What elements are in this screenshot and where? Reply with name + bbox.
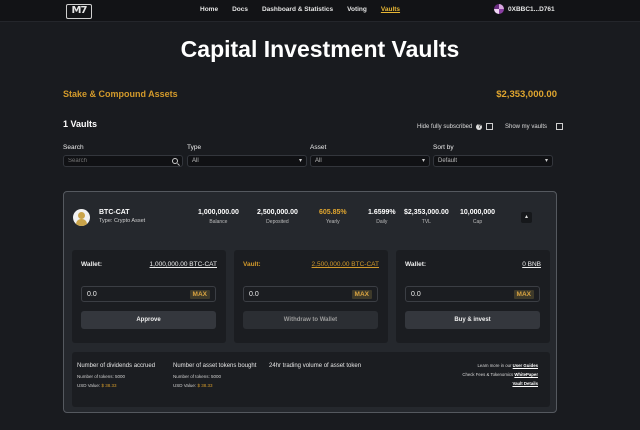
main-nav: Home Docs Dashboard & Statistics Voting … — [200, 6, 414, 13]
type-label: Type — [187, 144, 202, 151]
page-title: Capital Investment Vaults — [180, 36, 460, 62]
stat-label: Yearly — [325, 219, 340, 225]
token-avatar-icon — [73, 209, 90, 226]
hide-fully-subscribed-toggle[interactable]: Hide fully subscribed ? — [417, 123, 494, 130]
amount-input[interactable]: 0.0 MAX — [81, 286, 216, 302]
wallet-approve-panel: Wallet: 1,000,000.00 BTC-CAT 0.0 MAX App… — [72, 250, 226, 343]
max-button[interactable]: MAX — [513, 290, 534, 299]
stat-value: 1.6599% — [368, 209, 396, 216]
stat-deposited: 2,500,000.00 Deposited — [257, 209, 298, 225]
stat-value: 2,500,000.00 — [257, 209, 298, 216]
asset-select-value: All — [315, 158, 322, 164]
bought-tokens: Number of tokens: 5000 — [173, 374, 222, 379]
wallet-avatar-icon — [494, 4, 504, 14]
dividends-info: Number of dividends accrued Number of to… — [77, 363, 155, 388]
search-field[interactable] — [63, 155, 183, 167]
amount-input-value: 0.0 — [411, 291, 421, 298]
token-type: Type: Crypto Asset — [99, 218, 146, 224]
dividends-title: Number of dividends accrued — [77, 363, 156, 369]
approve-button[interactable]: Approve — [81, 311, 216, 329]
withdraw-to-wallet-button[interactable]: Withdraw to Wallet — [243, 311, 378, 329]
collapse-chevron-up-icon[interactable]: ▴ — [521, 212, 532, 223]
whitepaper-link[interactable]: WhitePaper — [514, 372, 538, 377]
panel-label: Vault: — [243, 261, 261, 268]
amount-input-value: 0.0 — [249, 291, 259, 298]
amount-input[interactable]: 0.0 MAX — [405, 286, 540, 302]
token-name: BTC-CAT — [99, 209, 130, 216]
sort-select[interactable]: Default ▾ — [433, 155, 553, 167]
vault-withdraw-panel: Vault: 2,500,000.00 BTC-CAT 0.0 MAX With… — [234, 250, 388, 343]
total-value: $2,353,000.00 — [496, 89, 557, 100]
stat-tvl: $2,353,000.00 TVL — [404, 209, 449, 225]
stat-value: 10,000,000 — [460, 209, 496, 216]
stat-value: 605.85% — [319, 209, 347, 216]
stat-balance: 1,000,000.00 Balance — [198, 209, 239, 225]
stat-value: $2,353,000.00 — [404, 209, 449, 216]
panel-balance: 0 BNB — [522, 261, 541, 268]
stat-value: 1,000,000.00 — [198, 209, 239, 216]
max-button[interactable]: MAX — [189, 290, 210, 299]
vault-header[interactable]: BTC-CAT Type: Crypto Asset 1,000,000.00 … — [64, 192, 556, 248]
bought-usd: USD Value: $ 38.33 — [173, 383, 213, 388]
chevron-down-icon: ▾ — [544, 158, 548, 164]
chevron-down-icon: ▾ — [298, 158, 302, 164]
asset-label: Asset — [310, 144, 327, 151]
help-icon[interactable]: ? — [476, 123, 483, 130]
buy-invest-panel: Wallet: 0 BNB 0.0 MAX Buy & invest — [396, 250, 550, 343]
vault-card: BTC-CAT Type: Crypto Asset 1,000,000.00 … — [63, 191, 557, 413]
sort-select-value: Default — [438, 158, 458, 164]
dividends-tokens: Number of tokens: 5000 — [77, 374, 126, 379]
vault-count: 1 Vaults — [63, 119, 98, 129]
site-logo[interactable]: M7 — [66, 4, 92, 19]
search-input[interactable] — [68, 158, 168, 164]
sort-label: Sort by — [433, 144, 454, 151]
bought-title: Number of asset tokens bought — [173, 363, 257, 369]
top-navbar: M7 Home Docs Dashboard & Statistics Voti… — [0, 0, 640, 22]
tokens-bought-info: Number of asset tokens bought Number of … — [173, 363, 256, 388]
vault-info-panel: Number of dividends accrued Number of to… — [72, 352, 550, 407]
panel-label: Wallet: — [405, 261, 427, 268]
stake-compound-label: Stake & Compound Assets — [63, 89, 178, 99]
show-my-vaults-toggle[interactable]: Show my vaults — [505, 123, 564, 130]
amount-input-value: 0.0 — [87, 291, 97, 298]
search-icon — [172, 158, 178, 164]
wallet-address-button[interactable]: 0XBBC1...D761 — [494, 4, 555, 14]
volume-title: 24hr trading volume of asset token — [269, 363, 362, 369]
show-my-vaults-checkbox[interactable] — [556, 123, 564, 130]
hide-fully-subscribed-label: Hide fully subscribed — [417, 123, 473, 130]
nav-docs[interactable]: Docs — [232, 6, 248, 13]
type-select[interactable]: All ▾ — [187, 155, 307, 167]
stat-daily: 1.6599% Daily — [368, 209, 396, 225]
trading-volume-info: 24hr trading volume of asset token — [269, 363, 379, 370]
search-label: Search — [63, 144, 84, 151]
stat-cap: 10,000,000 Cap — [460, 209, 495, 225]
asset-select[interactable]: All ▾ — [310, 155, 430, 167]
stat-label: Deposited — [266, 219, 289, 225]
stat-label: Balance — [209, 219, 228, 225]
stat-label: Cap — [472, 219, 483, 225]
nav-voting[interactable]: Voting — [347, 6, 367, 13]
stat-label: TVL — [421, 219, 431, 225]
nav-home[interactable]: Home — [200, 6, 218, 13]
max-button[interactable]: MAX — [351, 290, 372, 299]
amount-input[interactable]: 0.0 MAX — [243, 286, 378, 302]
wallet-address-text: 0XBBC1...D761 — [508, 5, 555, 13]
nav-dashboard-statistics[interactable]: Dashboard & Statistics — [262, 6, 333, 13]
vault-details-link[interactable]: Vault Details — [512, 381, 538, 386]
panel-balance: 2,500,000.00 BTC-CAT — [311, 261, 379, 268]
dividends-usd: USD Value: $ 38.33 — [77, 383, 117, 388]
info-links: Learn more in our User Guides Check Fees… — [462, 363, 538, 386]
stat-label: Daily — [376, 219, 388, 225]
type-select-value: All — [192, 158, 199, 164]
show-my-vaults-label: Show my vaults — [505, 123, 548, 130]
chevron-down-icon: ▾ — [421, 158, 425, 164]
panel-label: Wallet: — [81, 261, 103, 268]
nav-vaults[interactable]: Vaults — [381, 6, 400, 13]
user-guides-link[interactable]: User Guides — [513, 363, 538, 368]
buy-invest-button[interactable]: Buy & invest — [405, 311, 540, 329]
panel-balance: 1,000,000.00 BTC-CAT — [149, 261, 217, 268]
stat-yearly: 605.85% Yearly — [319, 209, 347, 225]
hide-fully-subscribed-checkbox[interactable] — [486, 123, 494, 130]
